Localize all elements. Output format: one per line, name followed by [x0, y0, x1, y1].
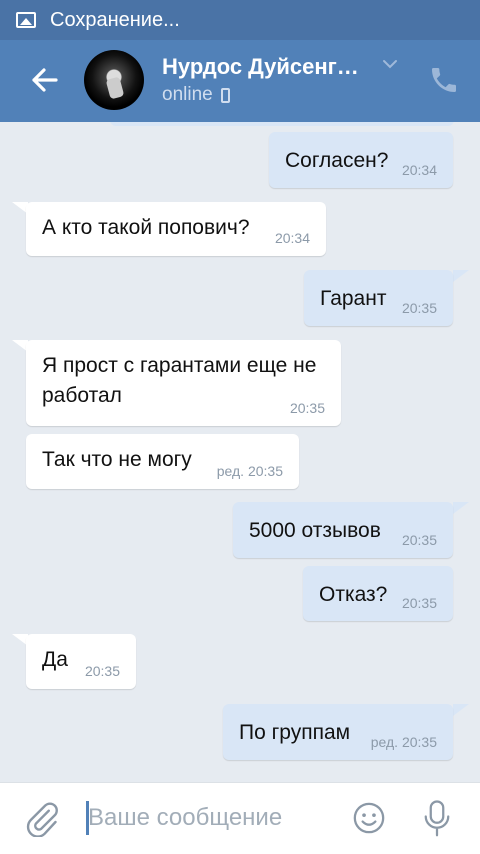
microphone-icon[interactable]	[422, 799, 452, 839]
message-list[interactable]: Согласен? 20:34 А кто такой попович? 20:…	[0, 122, 480, 782]
message-time: 20:35	[289, 400, 325, 416]
message-text: Да	[42, 648, 68, 671]
emoji-icon[interactable]	[352, 801, 386, 835]
message-time: 20:34	[274, 230, 310, 246]
message-text: 5000 отзывов	[249, 519, 381, 542]
message-text: Я прост с гарантами еще не работал	[42, 354, 317, 407]
message-text: По группам	[239, 721, 351, 744]
message-text: Согласен?	[285, 149, 389, 172]
message-text: Отказ?	[319, 583, 388, 606]
message-input[interactable]	[88, 801, 328, 835]
paperclip-icon[interactable]	[24, 801, 60, 837]
contact-name[interactable]: Нурдос Дуйсенг…	[162, 54, 372, 80]
message-time: 20:34	[401, 162, 437, 178]
image-icon	[16, 12, 36, 28]
message-composer	[0, 782, 480, 854]
chevron-down-icon[interactable]	[380, 54, 400, 74]
message-time: 20:35	[401, 595, 437, 611]
contact-status: online	[162, 84, 230, 106]
message-text: Гарант	[320, 287, 387, 310]
message-time: ред. 20:35	[216, 463, 283, 479]
status-bar: Сохранение...	[0, 0, 480, 40]
partial-message-bubble	[110, 122, 454, 126]
message-time: 20:35	[401, 532, 437, 548]
message-bubble-outgoing[interactable]: Согласен? 20:34	[269, 132, 453, 188]
message-text: Так что не могу	[42, 448, 192, 471]
status-text: Сохранение...	[50, 8, 180, 31]
message-bubble-incoming[interactable]: Я прост с гарантами еще не работал 20:35	[26, 340, 341, 426]
bubble-tail	[453, 270, 469, 282]
avatar[interactable]	[84, 50, 144, 110]
message-time: ред. 20:35	[370, 734, 437, 750]
chat-header: Нурдос Дуйсенг… online	[0, 40, 480, 122]
bubble-tail	[453, 502, 469, 514]
phone-call-icon[interactable]	[428, 64, 460, 96]
online-label: online	[162, 84, 213, 105]
message-bubble-outgoing[interactable]: По группам ред. 20:35	[223, 704, 453, 760]
message-bubble-incoming[interactable]: Да 20:35	[26, 634, 136, 689]
message-time: 20:35	[84, 663, 120, 679]
back-arrow-icon[interactable]	[26, 62, 62, 98]
message-bubble-incoming[interactable]: А кто такой попович? 20:34	[26, 202, 326, 256]
message-bubble-outgoing[interactable]: Отказ? 20:35	[303, 566, 453, 621]
bubble-tail	[453, 704, 469, 716]
mobile-device-icon	[220, 87, 230, 103]
message-time: 20:35	[401, 300, 437, 316]
message-bubble-outgoing[interactable]: Гарант 20:35	[304, 270, 453, 326]
message-bubble-incoming[interactable]: Так что не могу ред. 20:35	[26, 434, 299, 489]
message-bubble-outgoing[interactable]: 5000 отзывов 20:35	[233, 502, 453, 558]
message-text: А кто такой попович?	[42, 216, 250, 239]
